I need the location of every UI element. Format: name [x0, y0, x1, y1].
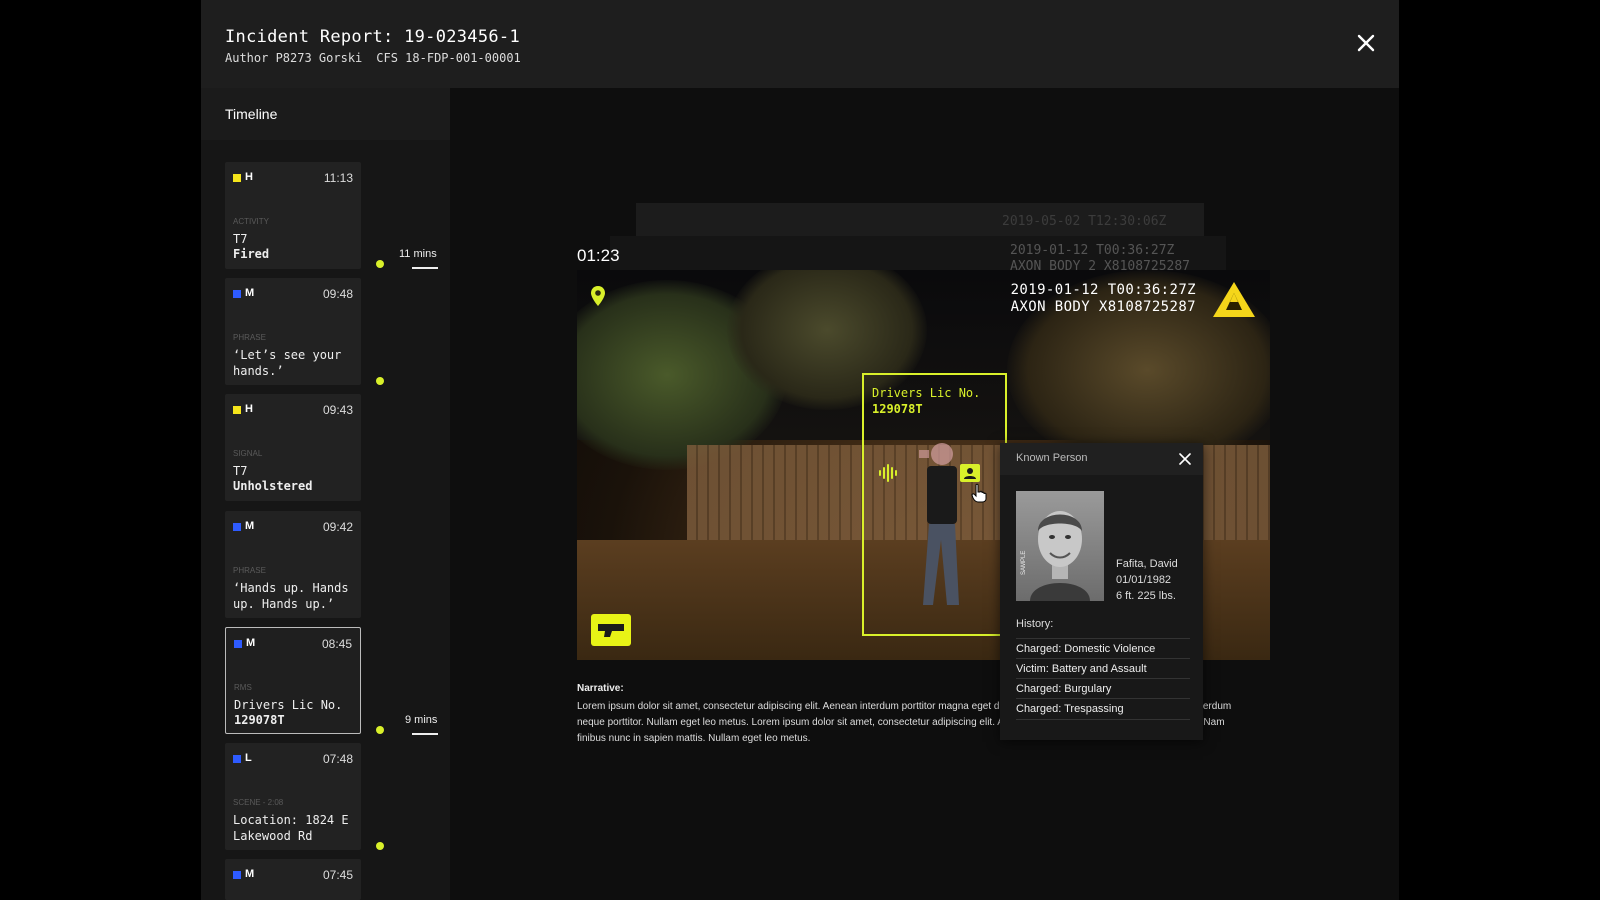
history-label: History: [1016, 618, 1054, 630]
timeline-marker-dot[interactable] [376, 260, 384, 268]
close-icon[interactable] [1355, 32, 1377, 54]
hand-cursor-icon [971, 483, 987, 503]
priority-level: L [245, 752, 252, 764]
detection-box[interactable]: Drivers Lic No. 129078T [862, 373, 1007, 636]
timeline-card[interactable]: M 07:45 [225, 859, 361, 900]
timeline-card[interactable]: H 09:43 SIGNAL T7 Unholstered [225, 394, 361, 501]
event-text: ‘Hands up. Hands up. Hands up.’ [233, 581, 349, 611]
timeline-card-selected[interactable]: M 08:45 RMS Drivers Lic No. 129078T [225, 627, 361, 734]
event-type: SIGNAL [233, 449, 263, 458]
weapon-icon[interactable] [591, 614, 631, 646]
timeline-marker-dot[interactable] [376, 842, 384, 850]
priority-high-marker [233, 174, 241, 182]
stacked-video-middle[interactable]: 2019-01-12 T00:36:27Z AXON BODY 2 X81087… [610, 236, 1226, 274]
video-device-id: AXON BODY X8108725287 [1010, 299, 1196, 315]
author-label: Author P8273 Gorski [225, 51, 363, 65]
event-time: 09:48 [322, 287, 353, 301]
report-subtitle: Author P8273 Gorski CFS 18-FDP-001-00001 [225, 51, 535, 65]
timeline-sidebar: Timeline H 11:13 ACTIVITY T7 Fired M 09:… [201, 88, 450, 900]
video-clock: 01:23 [577, 246, 620, 265]
event-type: SCENE - 2:08 [233, 798, 284, 807]
report-title: Incident Report: 19-023456-1 [225, 27, 520, 47]
axon-logo-icon [1213, 282, 1255, 317]
timeline-marker-dot[interactable] [376, 726, 384, 734]
timeline-marker-dot[interactable] [376, 377, 384, 385]
mugshot-photo: SAMPLE [1016, 491, 1104, 601]
history-item[interactable]: Charged: Burgulary [1016, 678, 1190, 699]
audio-waveform-icon[interactable] [878, 463, 898, 483]
history-item[interactable]: Victim: Battery and Assault [1016, 658, 1190, 679]
time-gap-line [412, 267, 438, 269]
history-item[interactable]: Charged: Trespassing [1016, 698, 1190, 720]
person-dob: 01/01/1982 [1116, 574, 1172, 586]
event-line-1: T7 [233, 464, 248, 478]
priority-high-marker [233, 406, 241, 414]
priority-medium-marker [233, 523, 241, 531]
event-line-2: Unholstered [233, 479, 313, 493]
event-line-1: T7 [233, 232, 248, 246]
event-line-1: Drivers Lic No. [234, 698, 343, 712]
priority-medium-marker [233, 290, 241, 298]
timeline-card[interactable]: L 07:48 SCENE - 2:08 Location: 1824 E La… [225, 743, 361, 850]
sample-watermark: SAMPLE [1021, 551, 1027, 575]
priority-level: M [245, 868, 255, 880]
event-type: RMS [234, 683, 252, 692]
popup-title: Known Person [1016, 452, 1088, 464]
priority-medium-marker [233, 871, 241, 879]
report-header: Incident Report: 19-023456-1 Author P827… [201, 0, 1399, 88]
priority-medium-marker [234, 640, 242, 648]
time-gap-label: 9 mins [405, 714, 438, 726]
location-pin-icon[interactable] [590, 285, 606, 307]
timeline-card[interactable]: H 11:13 ACTIVITY T7 Fired [225, 162, 361, 269]
event-line-2: Fired [233, 247, 270, 261]
close-icon[interactable] [1179, 453, 1191, 465]
video-stamp: 2019-01-12 T00:36:27Z AXON BODY X8108725… [1011, 282, 1196, 316]
person-details: Fafita, David 01/01/1982 6 ft. 225 lbs. [1116, 556, 1178, 604]
event-text: ‘Let’s see your hands.’ [233, 348, 342, 378]
popup-header: Known Person [1000, 443, 1203, 475]
event-time: 08:45 [321, 637, 352, 651]
timeline-card[interactable]: M 09:48 PHRASE ‘Let’s see your hands.’ [225, 278, 361, 385]
event-type: ACTIVITY [233, 217, 270, 226]
event-type: PHRASE [233, 566, 266, 575]
detection-value: 129078T [872, 402, 923, 416]
timeline-title: Timeline [225, 106, 278, 122]
person-build: 6 ft. 225 lbs. [1116, 590, 1176, 602]
priority-level: M [245, 287, 255, 299]
cfs-label: CFS 18-FDP-001-00001 [376, 51, 521, 65]
event-time: 07:48 [322, 752, 353, 766]
time-gap-label: 11 mins [399, 248, 437, 260]
timeline-card[interactable]: M 09:42 PHRASE ‘Hands up. Hands up. Hand… [225, 511, 361, 618]
priority-level: H [245, 171, 253, 183]
incident-report-window: Incident Report: 19-023456-1 Author P827… [201, 0, 1399, 900]
priority-low-marker [233, 755, 241, 763]
event-time: 11:13 [323, 171, 353, 185]
priority-level: M [245, 520, 255, 532]
priority-level: M [246, 637, 256, 649]
known-person-popup: Known Person SAMPLE Fafita, David 01/01/… [1000, 443, 1203, 740]
mid-timestamp: 2019-01-12 T00:36:27Z [1010, 243, 1175, 258]
back-timestamp: 2019-05-02 T12:30:06Z [1002, 214, 1167, 229]
video-timestamp: 2019-01-12 T00:36:27Z [1010, 282, 1196, 298]
id-card-icon[interactable] [960, 464, 980, 482]
history-item[interactable]: Charged: Domestic Violence [1016, 638, 1190, 659]
detection-label: Drivers Lic No. [872, 386, 981, 400]
person-name: Fafita, David [1116, 558, 1178, 570]
priority-level: H [245, 403, 253, 415]
event-time: 07:45 [322, 868, 353, 882]
narrative-title: Narrative: [577, 683, 624, 694]
event-time: 09:42 [322, 520, 353, 534]
evidence-viewer: 2019-05-02 T12:30:06Z 2019-01-12 T00:36:… [450, 88, 1399, 900]
event-type: PHRASE [233, 333, 266, 342]
event-text: Location: 1824 E Lakewood Rd [233, 813, 349, 843]
event-line-2: 129078T [234, 713, 285, 727]
time-gap-line [412, 733, 438, 735]
timeline-header: Timeline [201, 88, 450, 140]
event-time: 09:43 [322, 403, 353, 417]
